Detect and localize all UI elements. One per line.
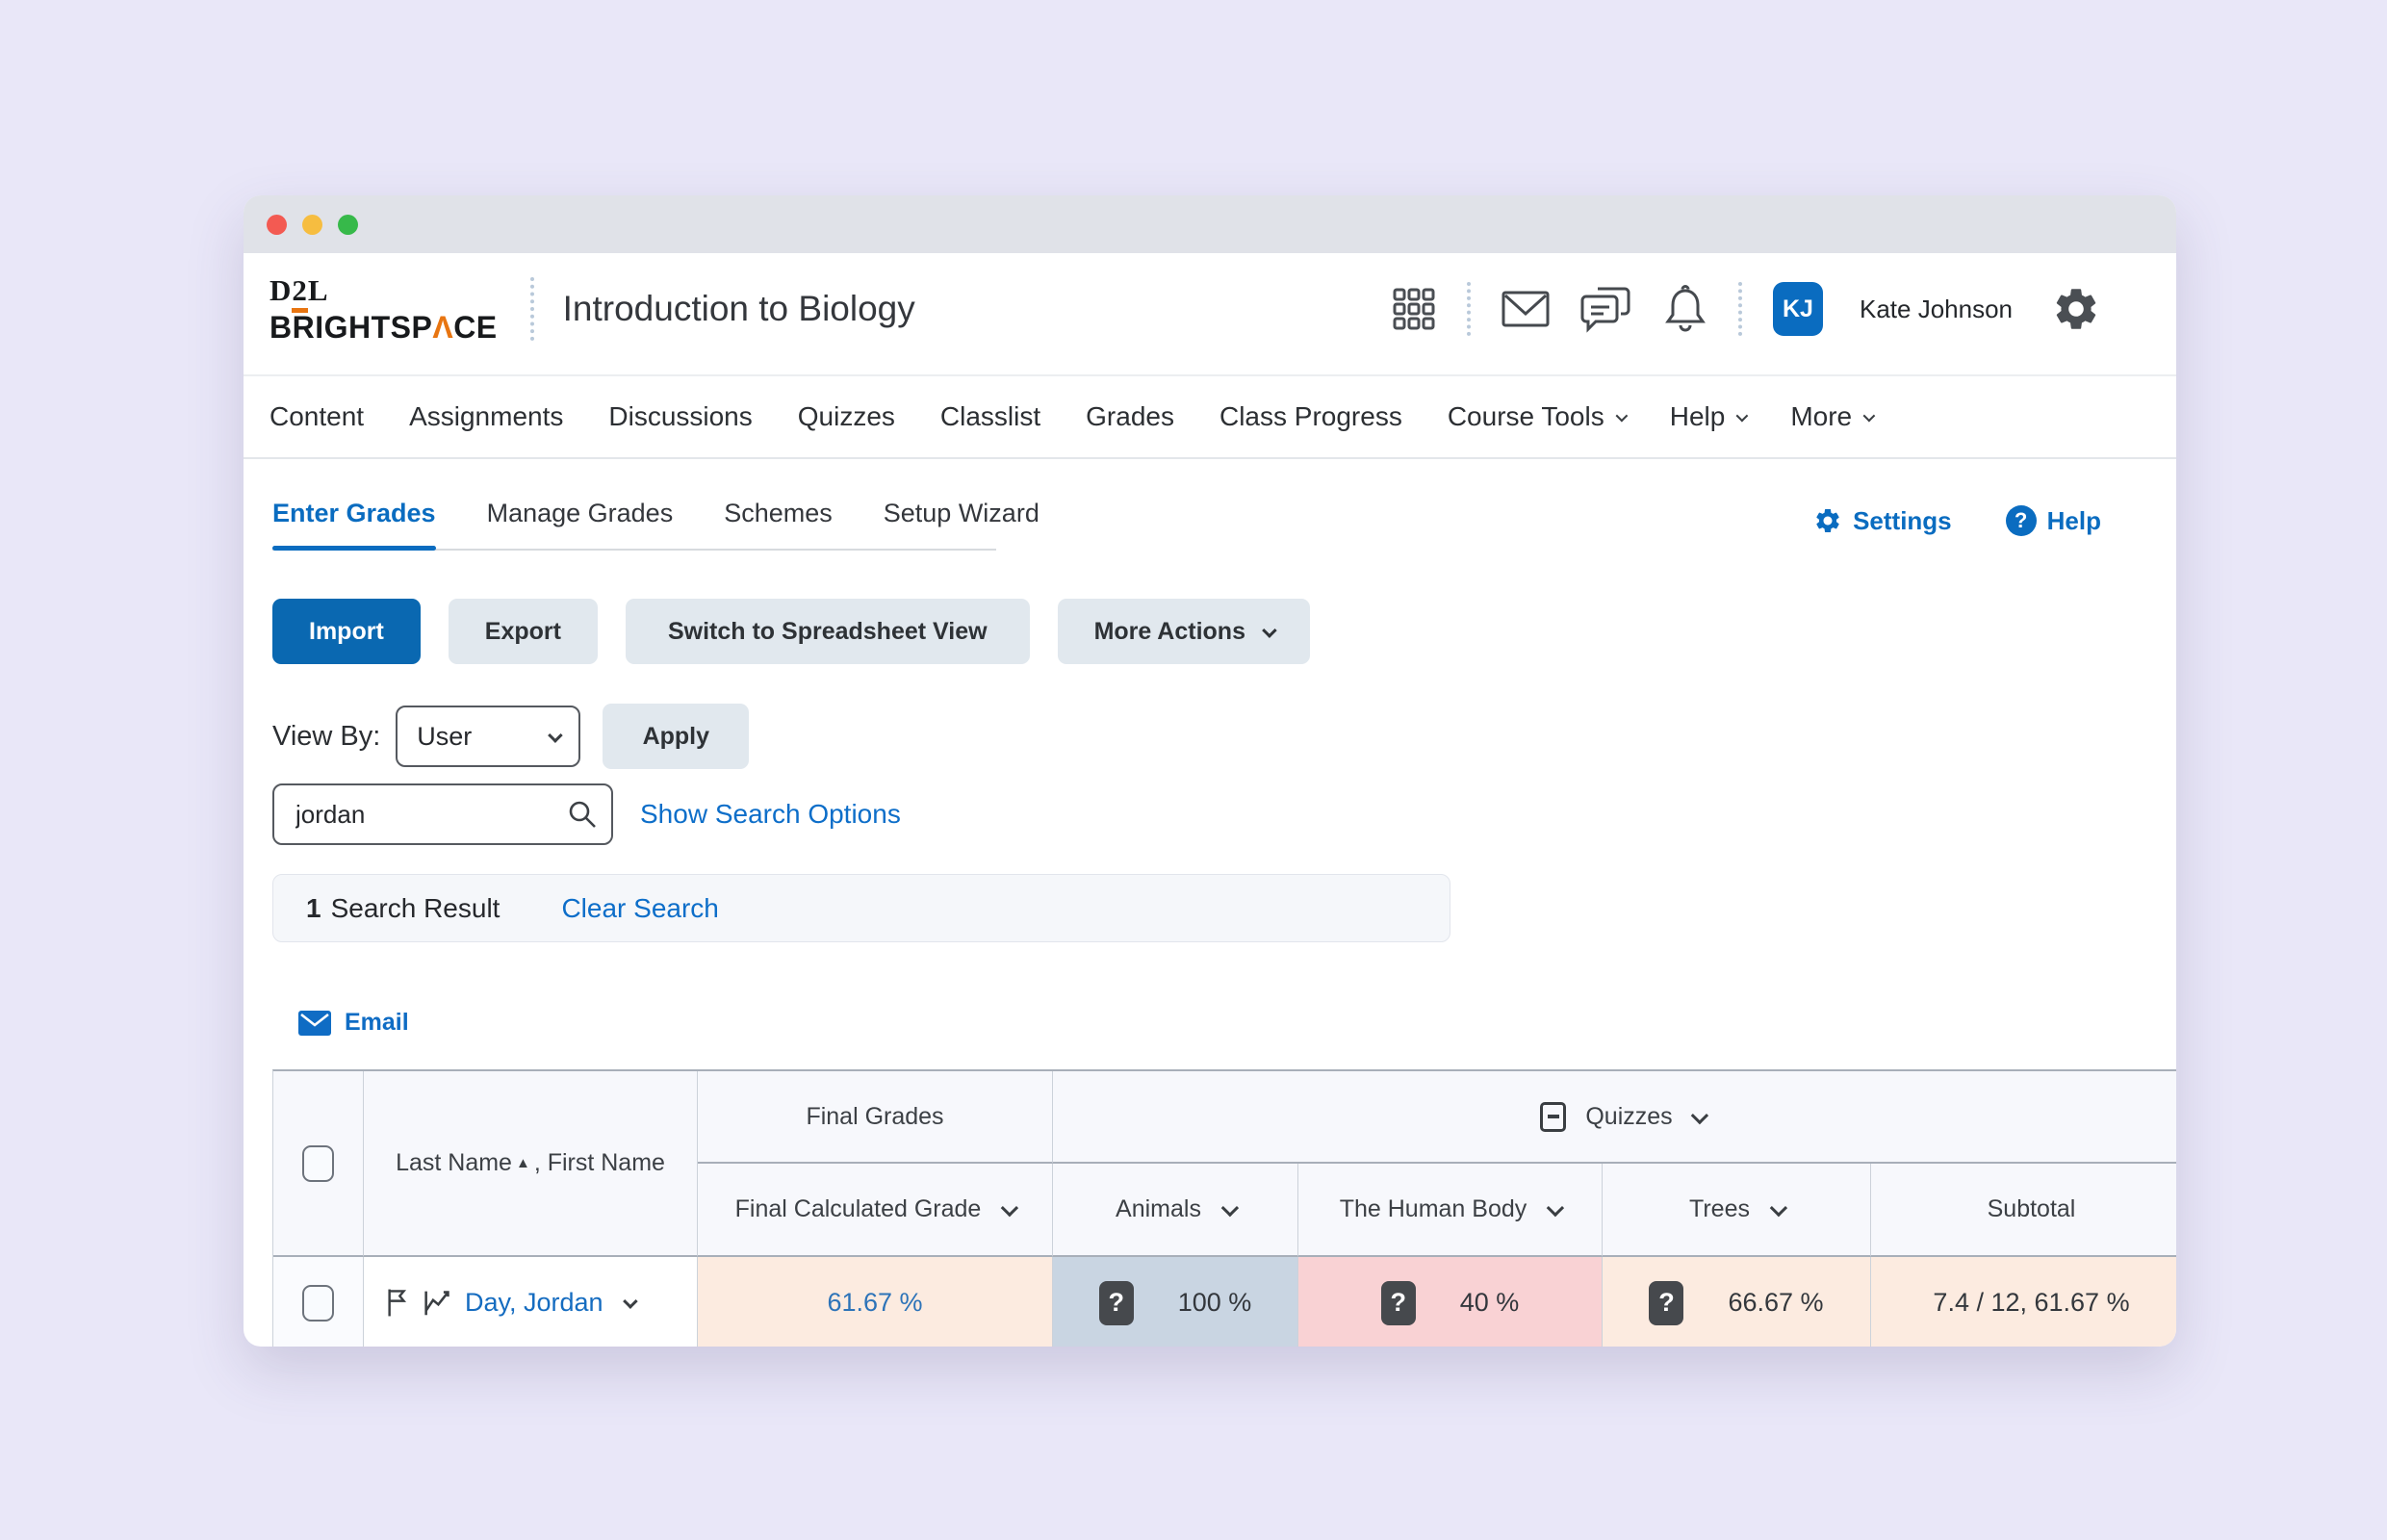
row-select-cell <box>273 1257 364 1347</box>
chevron-down-icon <box>1615 409 1629 422</box>
nav-item-assignments[interactable]: Assignments <box>409 401 563 432</box>
flag-icon[interactable] <box>385 1287 410 1319</box>
ungraded-question-badge: ? <box>1649 1280 1684 1325</box>
apps-grid-icon[interactable] <box>1392 287 1436 331</box>
window-titlebar <box>244 195 2176 253</box>
search-result-text: Search Result <box>330 892 500 923</box>
grades-tabbar: Enter Grades Manage Grades Schemes Setup… <box>272 499 1040 551</box>
human-body-column-header[interactable]: The Human Body <box>1298 1164 1603 1257</box>
trees-grade-cell[interactable]: ? 66.67 % <box>1603 1257 1871 1347</box>
chevron-down-icon <box>1862 409 1876 422</box>
brightspace-logo[interactable]: D2L BRIGHTSPΛCE <box>270 273 498 345</box>
human-body-grade-cell[interactable]: ? 40 % <box>1298 1257 1603 1347</box>
settings-gear-icon <box>1816 509 1839 532</box>
show-search-options-link[interactable]: Show Search Options <box>640 799 901 830</box>
zoom-window-button[interactable] <box>338 214 358 235</box>
user-name[interactable]: Kate Johnson <box>1860 295 2013 324</box>
logo-brightspace-pre: BRIGHTSP <box>270 310 433 345</box>
course-navbar: Content Assignments Discussions Quizzes … <box>244 376 2176 459</box>
grades-table: Last Name ▲ , First Name Final Grades Qu… <box>272 1069 2176 1347</box>
close-window-button[interactable] <box>267 214 287 235</box>
browser-window: D2L BRIGHTSPΛCE Introduction to Biology <box>244 195 2176 1347</box>
help-link[interactable]: ? Help <box>2005 505 2101 536</box>
nav-item-course-tools[interactable]: Course Tools <box>1448 401 1629 432</box>
email-envelope-icon <box>298 1010 331 1036</box>
select-all-cell <box>273 1071 364 1257</box>
header-separator-dots <box>1466 282 1471 336</box>
trees-column-header[interactable]: Trees <box>1603 1164 1871 1257</box>
nav-item-discussions[interactable]: Discussions <box>608 401 752 432</box>
chevron-down-icon[interactable] <box>1690 1106 1708 1124</box>
student-name-link[interactable]: Day, Jordan <box>465 1288 603 1318</box>
grades-toolbar: Import Export Switch to Spreadsheet View… <box>272 599 1310 664</box>
tab-setup-wizard[interactable]: Setup Wizard <box>884 499 1040 549</box>
user-avatar[interactable]: KJ <box>1772 282 1823 336</box>
tab-manage-grades[interactable]: Manage Grades <box>487 499 674 549</box>
course-title: Introduction to Biology <box>562 289 915 328</box>
sort-ascending-icon: ▲ <box>515 1155 530 1171</box>
minimize-window-button[interactable] <box>302 214 322 235</box>
search-result-banner: 1 Search Result Clear Search <box>272 874 1450 942</box>
view-by-label: View By: <box>272 720 381 752</box>
final-calculated-grade-header[interactable]: Final Calculated Grade <box>698 1164 1053 1257</box>
notifications-bell-icon[interactable] <box>1663 285 1707 333</box>
logo-brightspace-post: CE <box>453 310 498 345</box>
name-column-header[interactable]: Last Name ▲ , First Name <box>364 1071 698 1257</box>
nav-item-quizzes[interactable]: Quizzes <box>798 401 895 432</box>
logo-caret: Λ <box>432 310 454 345</box>
apply-button[interactable]: Apply <box>603 704 750 769</box>
nav-item-content[interactable]: Content <box>270 401 364 432</box>
chevron-down-icon <box>1546 1198 1565 1218</box>
chevron-down-icon <box>1262 622 1277 638</box>
chat-icon[interactable] <box>1580 285 1632 333</box>
nav-item-help[interactable]: Help <box>1670 401 1749 432</box>
search-result-count: 1 <box>306 892 321 923</box>
clear-search-link[interactable]: Clear Search <box>561 893 718 924</box>
animals-column-header[interactable]: Animals <box>1053 1164 1298 1257</box>
chevron-down-icon <box>548 727 563 743</box>
chevron-down-icon[interactable] <box>622 1294 638 1309</box>
nav-item-grades[interactable]: Grades <box>1086 401 1174 432</box>
mail-icon[interactable] <box>1502 291 1550 327</box>
help-question-icon: ? <box>2005 505 2037 536</box>
header-separator-dots <box>529 277 534 341</box>
switch-spreadsheet-view-button[interactable]: Switch to Spreadsheet View <box>625 599 1030 664</box>
app-header: D2L BRIGHTSPΛCE Introduction to Biology <box>244 253 2176 376</box>
chevron-down-icon <box>1735 409 1749 422</box>
nav-item-more[interactable]: More <box>1790 401 1876 432</box>
activity-chart-icon[interactable] <box>423 1288 452 1318</box>
header-separator-dots <box>1737 282 1742 336</box>
logo-d2l-post: L <box>307 273 329 307</box>
search-icon[interactable] <box>567 799 598 830</box>
quizzes-group-header: Quizzes <box>1053 1071 2176 1164</box>
collapse-quizzes-icon[interactable] <box>1540 1101 1567 1132</box>
tab-enter-grades[interactable]: Enter Grades <box>272 499 436 551</box>
chevron-down-icon <box>1769 1198 1788 1218</box>
logo-d2l: D <box>270 273 293 307</box>
view-by-select[interactable]: User <box>396 706 581 767</box>
student-name-cell: Day, Jordan <box>364 1257 698 1347</box>
final-calculated-grade-value[interactable]: 61.67 % <box>698 1257 1053 1347</box>
gear-icon[interactable] <box>2051 284 2101 334</box>
final-grades-group-header: Final Grades <box>698 1071 1053 1164</box>
nav-item-classlist[interactable]: Classlist <box>940 401 1040 432</box>
import-button[interactable]: Import <box>272 599 421 664</box>
subtotal-value-cell: 7.4 / 12, 61.67 % <box>1871 1257 2176 1347</box>
tab-schemes[interactable]: Schemes <box>724 499 833 549</box>
chevron-down-icon <box>1220 1198 1240 1218</box>
email-button[interactable]: Email <box>298 1009 409 1037</box>
export-button[interactable]: Export <box>448 599 598 664</box>
chevron-down-icon <box>1001 1198 1019 1218</box>
search-input[interactable] <box>272 783 613 845</box>
select-all-checkbox[interactable] <box>302 1144 334 1182</box>
logo-d2l-two: 2 <box>292 273 308 313</box>
ungraded-question-badge: ? <box>1380 1280 1416 1325</box>
subtotal-column-header: Subtotal <box>1871 1164 2176 1257</box>
nav-item-class-progress[interactable]: Class Progress <box>1219 401 1402 432</box>
row-checkbox[interactable] <box>302 1284 334 1322</box>
animals-grade-cell[interactable]: ? 100 % <box>1053 1257 1298 1347</box>
more-actions-button[interactable]: More Actions <box>1057 599 1310 664</box>
ungraded-question-badge: ? <box>1098 1280 1134 1325</box>
settings-link[interactable]: Settings <box>1813 505 1952 536</box>
